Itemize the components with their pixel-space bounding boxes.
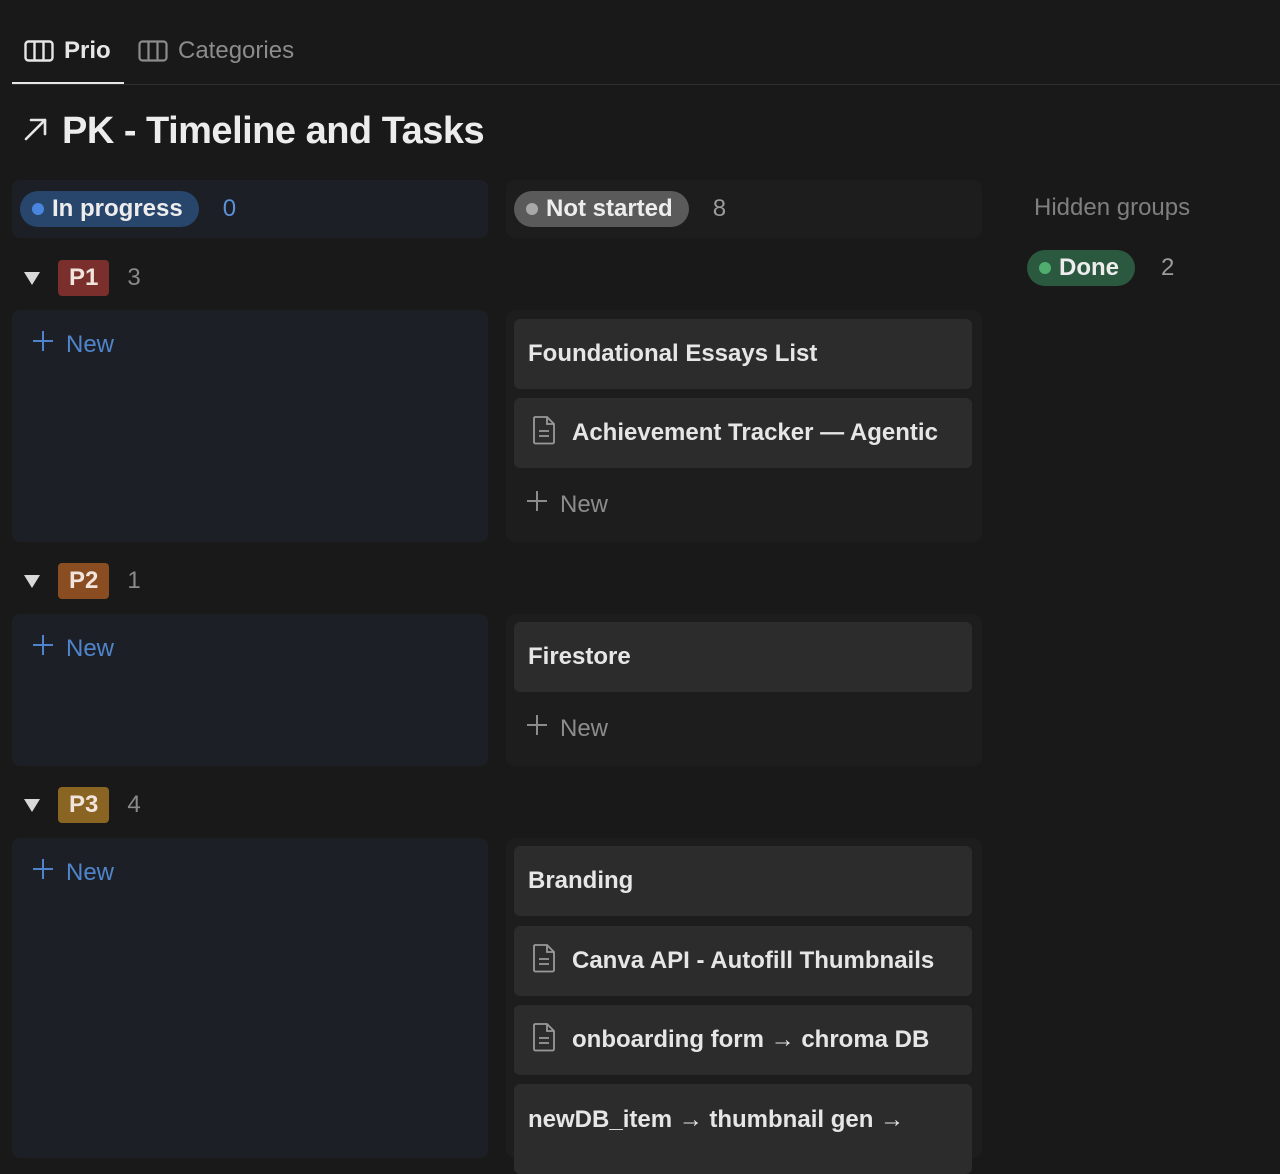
board-icon (138, 40, 168, 62)
priority-badge: P2 (58, 563, 110, 599)
card[interactable]: Achievement Tracker — Agentic (514, 398, 972, 468)
status-dot (32, 203, 44, 215)
status-label: Not started (546, 195, 673, 222)
column-count: 8 (712, 195, 727, 222)
card[interactable]: Firestore (514, 622, 972, 692)
priority-badge: P1 (58, 260, 110, 296)
card-title: Canva API - Autofill Thumbnails (572, 947, 935, 974)
board-icon (24, 40, 54, 62)
status-dot (526, 203, 538, 215)
page-icon (532, 1022, 556, 1059)
view-tabs: Prio Categories (0, 0, 1280, 86)
new-card-button[interactable]: New (526, 490, 608, 519)
group-header-p3: P3 4 (24, 787, 141, 823)
page-title-text: PK - Timeline and Tasks (62, 109, 485, 152)
plus-icon (32, 634, 54, 663)
column-header-not-started[interactable]: Not started 8 (506, 180, 982, 238)
card[interactable]: Canva API - Autofill Thumbnails (514, 926, 972, 996)
group-count: 1 (127, 567, 141, 594)
new-card-button[interactable]: New (526, 714, 608, 743)
card-title: Firestore (528, 643, 631, 670)
tab-categories[interactable]: Categories (138, 30, 294, 72)
page-icon (532, 415, 556, 452)
priority-badge: P3 (58, 787, 110, 823)
hidden-groups-title: Hidden groups (1034, 194, 1191, 221)
group-header-p2: P2 1 (24, 563, 141, 599)
status-badge-done: Done (1027, 250, 1135, 286)
tab-label: Categories (178, 37, 295, 64)
status-badge-not-started: Not started (514, 191, 689, 227)
new-card-button[interactable]: New (32, 634, 114, 663)
card[interactable]: Foundational Essays List (514, 319, 972, 389)
status-badge-in-progress: In progress (20, 191, 199, 227)
collapse-caret-icon[interactable] (24, 798, 40, 812)
plus-icon (32, 858, 54, 887)
hidden-group-done[interactable]: Done 2 (1027, 250, 1174, 286)
new-card-button[interactable]: New (32, 330, 114, 359)
new-card-button[interactable]: New (32, 858, 114, 887)
card-title: onboarding form → chroma DB (572, 1026, 930, 1053)
status-label: In progress (52, 195, 183, 222)
hidden-group-count: 2 (1161, 254, 1175, 281)
tab-label: Prio (64, 37, 111, 64)
column-count: 0 (222, 195, 237, 222)
card-title: Achievement Tracker — Agentic (572, 419, 938, 446)
page-title[interactable]: PK - Timeline and Tasks (22, 106, 485, 156)
plus-icon (526, 490, 548, 519)
tab-prio[interactable]: Prio (24, 30, 111, 72)
arrow-up-right-icon (22, 115, 50, 148)
status-label: Done (1059, 254, 1119, 281)
page-icon (532, 943, 556, 980)
group-count: 4 (127, 791, 141, 818)
status-dot (1039, 262, 1051, 274)
card[interactable]: newDB_item → thumbnail gen → (514, 1084, 972, 1174)
plus-icon (32, 330, 54, 359)
group-count: 3 (127, 264, 141, 291)
group-header-p1: P1 3 (24, 260, 141, 296)
collapse-caret-icon[interactable] (24, 574, 40, 588)
card-title: newDB_item → thumbnail gen → (528, 1106, 905, 1133)
card[interactable]: Branding (514, 846, 972, 916)
plus-icon (526, 714, 548, 743)
card-title: Branding (528, 867, 634, 894)
card[interactable]: onboarding form → chroma DB (514, 1005, 972, 1075)
card-title: Foundational Essays List (528, 340, 818, 367)
column-header-in-progress[interactable]: In progress 0 (12, 180, 488, 238)
tabs-divider (12, 84, 1280, 85)
collapse-caret-icon[interactable] (24, 271, 40, 285)
